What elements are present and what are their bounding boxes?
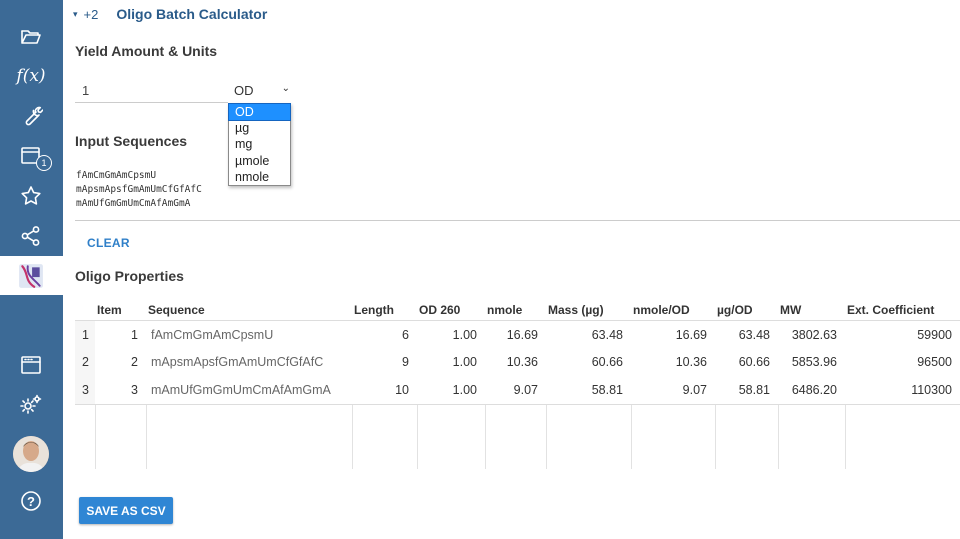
- col-header-ug-od[interactable]: µg/OD: [717, 303, 753, 321]
- unit-select-value: OD: [234, 82, 254, 98]
- divider: [75, 220, 960, 221]
- col-header-item[interactable]: Item: [97, 303, 122, 321]
- sequence-line: mApsmApsfGmAmUmCfGfAfC: [76, 184, 202, 195]
- cell-item: 3: [131, 383, 138, 397]
- avatar[interactable]: [13, 436, 49, 472]
- cell-mw: 3802.63: [791, 328, 837, 342]
- cell-nmole: 16.69: [506, 328, 538, 342]
- chevron-down-icon: ⌄: [281, 83, 290, 94]
- cell-mw: 6486.20: [791, 383, 837, 397]
- wrench-icon[interactable]: [16, 101, 46, 131]
- col-header-sequence[interactable]: Sequence: [148, 303, 205, 321]
- cell-ug-od: 63.48: [738, 328, 770, 342]
- unit-select[interactable]: OD ⌄: [229, 80, 296, 100]
- unit-option-umole[interactable]: µmole: [229, 153, 290, 169]
- col-header-ext-coefficient[interactable]: Ext. Coefficient: [847, 303, 934, 321]
- cell-sequence: fAmCmGmAmCpsmU: [151, 328, 274, 342]
- row-number: 3: [75, 376, 95, 404]
- cell-mass: 63.48: [591, 328, 623, 342]
- cell-ug-od: 60.66: [738, 355, 770, 369]
- collapsed-count[interactable]: +2: [84, 7, 99, 22]
- unit-option-od[interactable]: OD: [228, 102, 291, 122]
- collapse-caret-icon[interactable]: ▾: [73, 9, 78, 20]
- window-notification-icon[interactable]: 1: [16, 141, 52, 171]
- cell-od260: 1.00: [452, 355, 477, 369]
- cell-nmole: 10.36: [506, 355, 538, 369]
- col-header-mw[interactable]: MW: [780, 303, 801, 321]
- cell-mass: 58.81: [591, 383, 623, 397]
- table-row[interactable]: 2 2 mApsmApsfGmAmUmCfGfAfC 9 1.00 10.36 …: [75, 348, 960, 377]
- col-header-od260[interactable]: OD 260: [419, 303, 460, 321]
- panel-header: ▾ +2 Oligo Batch Calculator: [73, 5, 267, 23]
- cell-mass: 60.66: [591, 355, 623, 369]
- cell-sequence: mApsmApsfGmAmUmCfGfAfC: [151, 355, 324, 369]
- main-panel: ▾ +2 Oligo Batch Calculator Yield Amount…: [63, 0, 960, 539]
- sequence-line: fAmCmGmAmCpsmU: [76, 170, 157, 181]
- col-header-length[interactable]: Length: [354, 303, 394, 321]
- cell-item: 2: [131, 355, 138, 369]
- cell-nmole-od: 9.07: [682, 383, 707, 397]
- table-row[interactable]: 3 3 mAmUfGmGmUmCmAfAmGmA 10 1.00 9.07 58…: [75, 376, 960, 405]
- table-row[interactable]: 1 1 fAmCmGmAmCpsmU 6 1.00 16.69 63.48 16…: [75, 320, 960, 350]
- cell-item: 1: [131, 328, 138, 342]
- unit-option-nmole[interactable]: nmole: [229, 169, 290, 185]
- input-sequences-heading: Input Sequences: [75, 133, 188, 149]
- cell-ext-coefficient: 59900: [917, 328, 952, 342]
- row-number: 1: [75, 321, 95, 349]
- panel-title: Oligo Batch Calculator: [116, 6, 268, 22]
- cell-ug-od: 58.81: [738, 383, 770, 397]
- sidebar: f(x) 1 ?: [0, 0, 63, 539]
- yield-amount-input[interactable]: [75, 78, 228, 103]
- star-icon[interactable]: [16, 181, 46, 211]
- cell-length: 10: [395, 383, 409, 397]
- cell-nmole-od: 16.69: [675, 328, 707, 342]
- browser-window-icon[interactable]: [16, 350, 46, 380]
- cell-od260: 1.00: [452, 383, 477, 397]
- clear-button[interactable]: CLEAR: [87, 236, 130, 250]
- settings-gears-icon[interactable]: [16, 390, 46, 420]
- cell-sequence: mAmUfGmGmUmCmAfAmGmA: [151, 383, 331, 397]
- cell-od260: 1.00: [452, 328, 477, 342]
- cell-length: 6: [402, 328, 409, 342]
- share-icon[interactable]: [16, 221, 46, 251]
- row-number: 2: [75, 348, 95, 376]
- notification-badge: 1: [36, 155, 52, 171]
- cell-mw: 5853.96: [791, 355, 837, 369]
- folder-open-icon[interactable]: [16, 22, 46, 52]
- help-icon[interactable]: ?: [16, 486, 46, 516]
- sequence-line: mAmUfGmGmUmCmAfAmGmA: [76, 198, 191, 209]
- cell-ext-coefficient: 96500: [917, 355, 952, 369]
- cell-length: 9: [402, 355, 409, 369]
- yield-heading: Yield Amount & Units: [75, 43, 218, 59]
- unit-dropdown-list: OD µg mg µmole nmole: [228, 102, 291, 186]
- cell-nmole-od: 10.36: [675, 355, 707, 369]
- sequence-textarea[interactable]: fAmCmGmAmCpsmU mApsmApsfGmAmUmCfGfAfC mA…: [76, 169, 202, 211]
- save-as-csv-button[interactable]: SAVE AS CSV: [79, 497, 173, 524]
- cell-ext-coefficient: 110300: [911, 383, 952, 397]
- function-icon[interactable]: f(x): [16, 61, 46, 91]
- unit-option-ug[interactable]: µg: [229, 120, 290, 136]
- col-header-nmole-od[interactable]: nmole/OD: [633, 303, 690, 321]
- col-header-nmole[interactable]: nmole: [487, 303, 522, 321]
- oligo-app-icon[interactable]: [16, 261, 46, 291]
- cell-nmole: 9.07: [513, 383, 538, 397]
- col-header-mass[interactable]: Mass (µg): [548, 303, 604, 321]
- unit-option-mg[interactable]: mg: [229, 136, 290, 152]
- oligo-properties-heading: Oligo Properties: [75, 268, 184, 284]
